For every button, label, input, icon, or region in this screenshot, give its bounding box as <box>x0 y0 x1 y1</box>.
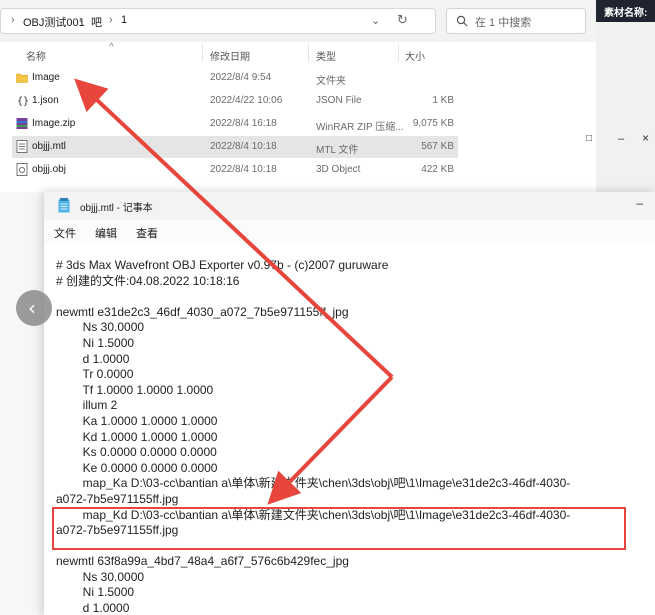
annotation-arrow-to-map-kd <box>267 375 394 505</box>
annotation-arrow-to-image-folder <box>74 78 394 379</box>
annotation-overlay <box>52 78 626 550</box>
annotation-highlight-box <box>52 507 626 550</box>
